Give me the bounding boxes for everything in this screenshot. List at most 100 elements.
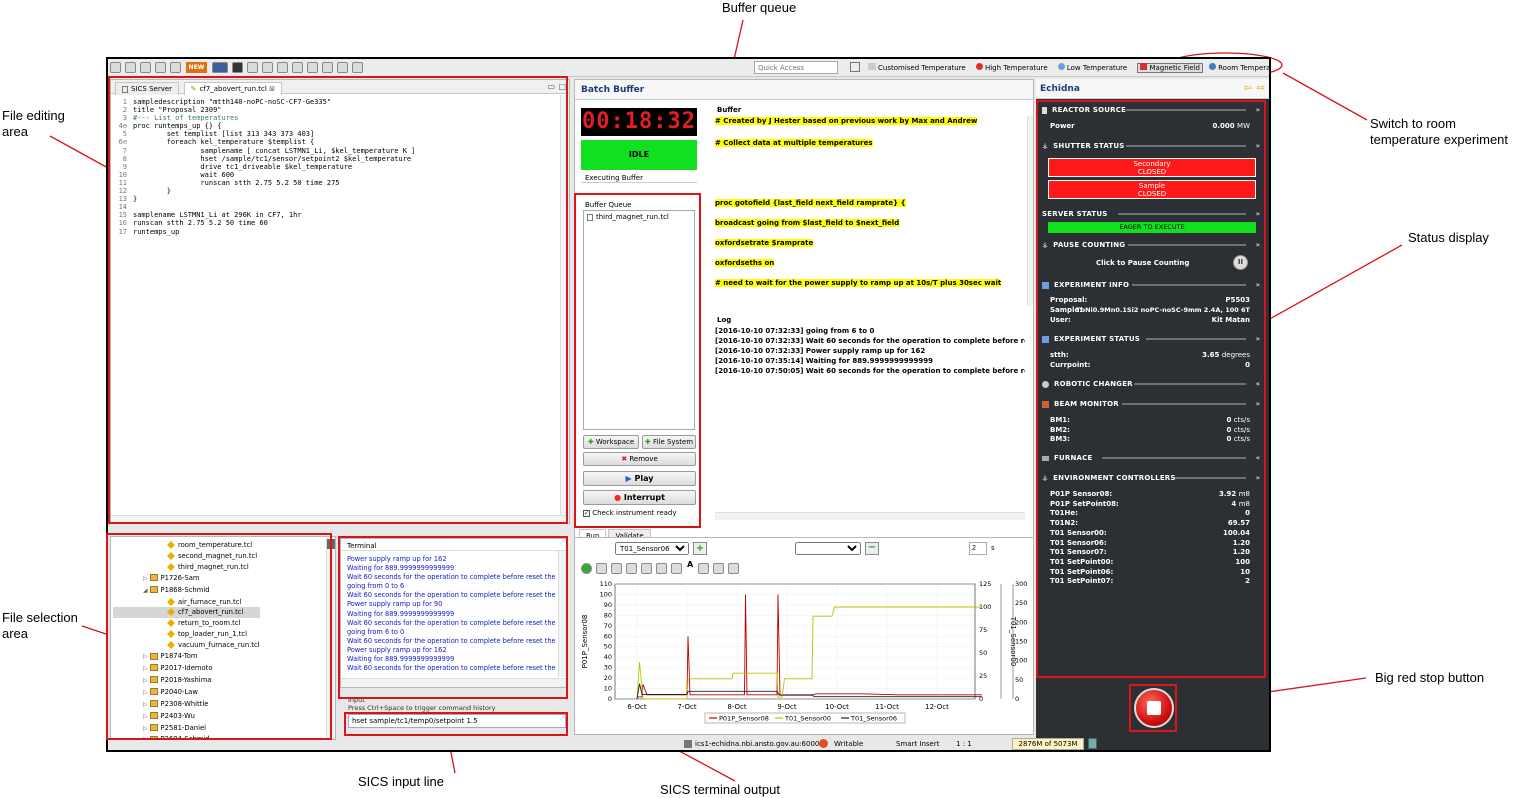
perspective-customised[interactable]: Customised Temperature <box>868 63 966 72</box>
code-editor[interactable]: 1 sampledescription "mtth140-noPC-noSC-CF… <box>113 98 557 236</box>
file-system-button[interactable]: ✚ File System <box>642 435 696 449</box>
export-icon[interactable] <box>641 563 652 574</box>
copy-plot-icon[interactable] <box>596 563 607 574</box>
back-icon[interactable]: ⇦ <box>1244 83 1252 94</box>
script-item[interactable]: top_loader_run_1.tcl <box>113 629 260 640</box>
add-sensor-button[interactable]: + <box>693 542 707 555</box>
open-perspective-icon[interactable] <box>850 62 860 72</box>
script-icon <box>167 551 175 560</box>
search-icon[interactable] <box>170 62 181 73</box>
folder-item[interactable]: ▷ P1726-Sam <box>113 573 260 585</box>
save-icon[interactable] <box>125 62 136 73</box>
run-icon[interactable] <box>276 62 288 73</box>
log-line: [2016-10-10 07:32:33] Power supply ramp … <box>715 347 926 355</box>
tab-sics-server[interactable]: SICS Server <box>115 82 180 95</box>
buffer-queue-list[interactable]: third_magnet_run.tcl <box>583 210 695 430</box>
interrupt-button[interactable]: ● Interrupt <box>583 490 696 505</box>
perspective-low-temp[interactable]: Low Temperature <box>1057 63 1127 72</box>
paste-icon[interactable] <box>261 62 273 73</box>
remove-sensor-button[interactable]: − <box>865 542 879 555</box>
script-item[interactable]: room_temperature.tcl <box>113 540 260 551</box>
script-item[interactable]: cf7_abovert_run.tcl <box>113 607 260 619</box>
terminal-line: Wait 60 seconds for the operation to com… <box>347 664 555 673</box>
copy-icon[interactable] <box>246 62 258 73</box>
pin-icon[interactable] <box>351 62 363 73</box>
help-icon[interactable] <box>656 563 667 574</box>
alert-icon[interactable] <box>819 739 828 748</box>
folder-item[interactable]: ▷ P1874-Tom <box>113 651 260 663</box>
quick-access-input[interactable] <box>754 61 838 74</box>
tree-scrollbar[interactable] <box>326 537 335 739</box>
code-line: 9 drive tc1_driveable $kel_temperature <box>122 162 353 171</box>
terminal-scrollbar[interactable] <box>558 551 567 677</box>
log-hscrollbar[interactable] <box>715 512 1025 520</box>
y2-tick-label: 75 <box>979 626 987 634</box>
settings-icon[interactable] <box>698 563 710 574</box>
folder-item[interactable]: ▷ P2018-Yashima <box>113 675 260 687</box>
editor-hscrollbar[interactable] <box>111 515 569 523</box>
script-item[interactable]: third_magnet_run.tcl <box>113 562 260 573</box>
reset-icon[interactable] <box>728 563 740 574</box>
second-sensor-select[interactable] <box>795 542 861 555</box>
folder-icon[interactable] <box>306 62 318 73</box>
sics-command-input[interactable] <box>348 714 566 728</box>
print-plot-icon[interactable] <box>626 563 637 574</box>
terminal-icon[interactable] <box>231 62 243 73</box>
folder-item[interactable]: ◢ P1868-Schmid <box>113 585 260 597</box>
folder-item[interactable]: ▷ P2308-Whittle <box>113 699 260 711</box>
refresh-plot-icon[interactable] <box>581 563 592 574</box>
folder-item[interactable]: ▷ P2017-Idemoto <box>113 663 260 675</box>
connect-icon[interactable] <box>211 62 228 73</box>
folder-item[interactable]: ▷ P2604-Schmid <box>113 734 260 739</box>
script-item[interactable]: vacuum_furnace_run.tcl <box>113 640 260 651</box>
script-item[interactable]: second_magnet_run.tcl <box>113 551 260 562</box>
sensor-select[interactable]: T01_Sensor06 <box>615 542 689 555</box>
status-bar: ics1-echidna.nbi.ansto.gov.au:60003 Writ… <box>574 737 1269 750</box>
back-arrow-icon[interactable] <box>321 62 333 73</box>
maximize-icon[interactable]: □ <box>558 82 566 91</box>
folder-item[interactable]: ▷ P2581-Daniel <box>113 723 260 735</box>
buffer-content[interactable]: # Created by J Hester based on previous … <box>715 116 1025 296</box>
print-icon[interactable] <box>140 62 151 73</box>
script-item[interactable]: air_furnace_run.tcl <box>113 597 260 608</box>
tab-cf7-abovert[interactable]: ✎ cf7_abovert_run.tcl ⊠ <box>183 82 282 95</box>
play-button[interactable]: ▶ Play <box>583 471 696 486</box>
debug-icon[interactable] <box>291 62 303 73</box>
new-badge[interactable]: NEW <box>185 62 208 73</box>
y-tick-label: 60 <box>604 632 612 640</box>
remove-button[interactable]: ✖ Remove <box>583 452 696 466</box>
x-tick-label: 12-Oct <box>925 703 949 711</box>
trash-icon[interactable] <box>1088 738 1097 749</box>
file-menu-icon[interactable] <box>110 62 121 73</box>
big-red-stop-button[interactable] <box>1134 688 1174 728</box>
script-item[interactable]: return_to_room.tcl <box>113 618 260 629</box>
env-controller-row: T01N2: 69.57 <box>1050 519 1250 528</box>
crosshair-icon[interactable] <box>713 563 725 574</box>
sensor-chart[interactable]: 6-Oct 7-Oct 8-Oct 9-Oct 10-Oct 11-Oct 12-Oct 0 1… <box>575 576 1034 735</box>
zoom-icon[interactable] <box>671 563 682 574</box>
buffer-line: # Created by J Hester based on previous … <box>715 117 978 125</box>
terminal-hscrollbar[interactable] <box>341 678 567 687</box>
minimize-icon[interactable]: ▭ <box>547 82 555 91</box>
editor-scrollbar[interactable] <box>560 95 569 515</box>
script-icon <box>167 630 175 639</box>
folder-item[interactable]: ▷ P2040-Law <box>113 687 260 699</box>
buffer-scrollbar[interactable] <box>1027 116 1033 306</box>
forward-arrow-icon[interactable] <box>336 62 348 73</box>
log-line: [2016-10-10 07:35:14] Waiting for 889.99… <box>715 357 933 365</box>
perspective-magnetic[interactable]: Magnetic Field <box>1137 63 1203 73</box>
y-tick-label: 80 <box>604 611 612 619</box>
folder-item[interactable]: ▷ P2403-Wu <box>113 711 260 723</box>
forward-icon[interactable]: ⇨ <box>1257 83 1265 94</box>
queue-item[interactable]: third_magnet_run.tcl <box>584 211 694 223</box>
y-axis-label: P01P_Sensor08 <box>581 615 589 669</box>
script-icon <box>167 608 175 617</box>
perspective-room-temp[interactable]: Room Temperature <box>1209 63 1269 72</box>
check-instrument-ready[interactable]: ✓ Check instrument ready <box>583 509 677 517</box>
save-plot-icon[interactable] <box>611 563 622 574</box>
text-icon[interactable]: A <box>687 560 693 569</box>
workspace-button[interactable]: ✚ Workspace <box>583 435 639 449</box>
perspective-high-temp[interactable]: High Temperature <box>975 63 1048 72</box>
interval-input[interactable] <box>969 542 987 555</box>
refresh-icon[interactable] <box>155 62 166 73</box>
